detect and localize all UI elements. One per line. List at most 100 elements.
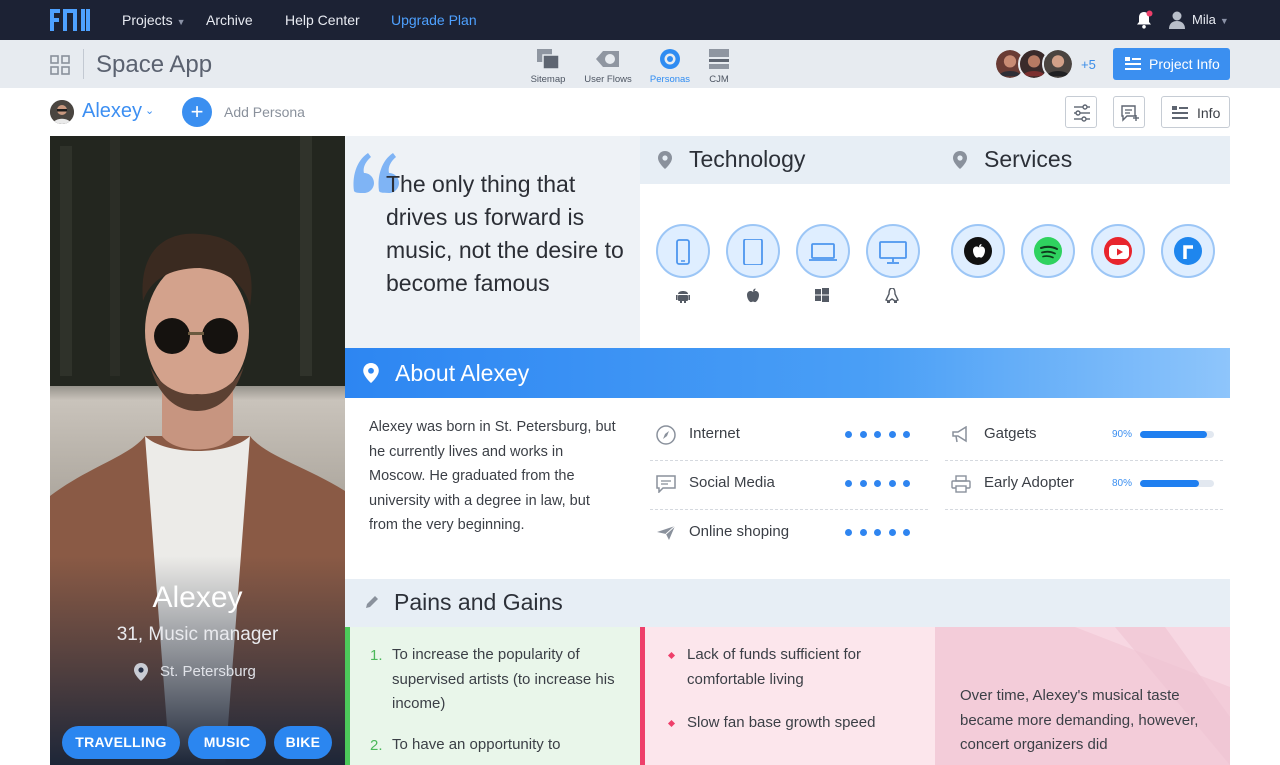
avatar[interactable] bbox=[1042, 48, 1074, 80]
rating-dot bbox=[888, 480, 896, 487]
metric-social-media-label: Social Media bbox=[689, 474, 775, 491]
gain-item: To increase the popularity of supervised… bbox=[392, 646, 615, 712]
apple-music-icon[interactable] bbox=[951, 224, 1005, 278]
early-adopter-progress bbox=[1140, 480, 1214, 487]
info-label: Info bbox=[1197, 105, 1221, 121]
services-header: Services bbox=[935, 136, 1230, 184]
printer-icon bbox=[951, 475, 971, 493]
tag-travelling[interactable]: TRAVELLING bbox=[62, 726, 180, 759]
more-members-count[interactable]: +5 bbox=[1081, 57, 1096, 72]
user-flows-icon bbox=[596, 51, 619, 67]
gain-number: 2. bbox=[370, 737, 383, 754]
persona-name: Alexey bbox=[152, 581, 243, 614]
compass-icon bbox=[656, 425, 676, 445]
rating-dot bbox=[888, 529, 896, 536]
megaphone-icon bbox=[952, 426, 967, 443]
personas-icon bbox=[660, 49, 680, 69]
user-menu[interactable]: Mila ▼ bbox=[1192, 12, 1229, 27]
project-info-label: Project Info bbox=[1149, 56, 1220, 72]
services-title: Services bbox=[984, 146, 1073, 172]
desktop-icon[interactable] bbox=[866, 224, 920, 278]
divider bbox=[83, 49, 84, 79]
android-icon bbox=[676, 291, 690, 303]
persona-selector[interactable]: Alexey bbox=[82, 100, 142, 123]
rating-dot bbox=[903, 480, 910, 487]
gadgets-label: Gatgets bbox=[984, 425, 1037, 442]
about-description: Alexey was born in St. Petersburg, but h… bbox=[369, 419, 616, 533]
nav-projects-label: Projects bbox=[122, 12, 173, 28]
spotify-icon[interactable] bbox=[1021, 224, 1075, 278]
tag-music[interactable]: MUSIC bbox=[188, 726, 266, 759]
list-icon bbox=[1172, 106, 1188, 119]
chat-icon bbox=[656, 475, 676, 493]
metric-social-media-rating bbox=[845, 480, 918, 487]
pain-item: Slow fan base growth speed bbox=[687, 714, 876, 731]
rating-dot bbox=[888, 431, 896, 438]
location-pin-icon bbox=[134, 663, 148, 681]
chevron-down-icon[interactable]: ⌄ bbox=[145, 104, 154, 117]
persona-role: 31, Music manager bbox=[116, 624, 279, 645]
pain-item: Lack of funds sufficient for comfortable… bbox=[687, 646, 861, 688]
project-title: Space App bbox=[96, 51, 213, 78]
tool-sitemap-label: Sitemap bbox=[530, 74, 566, 85]
metric-internet-label: Internet bbox=[689, 425, 740, 442]
metric-internet-rating bbox=[845, 431, 918, 438]
info-button[interactable]: Info bbox=[1161, 96, 1230, 128]
rdio-icon[interactable] bbox=[1161, 224, 1215, 278]
tool-user-flows[interactable]: User Flows bbox=[578, 48, 638, 85]
persona-location: St. Petersburg bbox=[160, 663, 256, 680]
add-persona-button[interactable]: + bbox=[182, 97, 212, 127]
divider bbox=[945, 460, 1223, 461]
chevron-down-icon: ▼ bbox=[176, 17, 186, 27]
divider bbox=[650, 509, 928, 510]
chevron-down-icon: ▼ bbox=[1219, 16, 1229, 26]
rating-dot bbox=[903, 431, 910, 438]
app-logo-icon[interactable] bbox=[50, 9, 90, 31]
pains-gains-header: Pains and Gains bbox=[345, 579, 1230, 627]
divider bbox=[945, 509, 1223, 510]
tag-bike[interactable]: BIKE bbox=[274, 726, 332, 759]
user-icon[interactable] bbox=[1168, 10, 1186, 30]
tool-cjm-label: CJM bbox=[709, 74, 729, 85]
location-pin-icon bbox=[658, 151, 672, 169]
nav-upgrade-plan[interactable]: Upgrade Plan bbox=[391, 12, 477, 28]
bell-icon[interactable] bbox=[1134, 10, 1154, 30]
gain-item: To have an opportunity to bbox=[392, 736, 561, 753]
nav-help-center[interactable]: Help Center bbox=[285, 12, 360, 28]
windows-icon bbox=[815, 288, 829, 302]
rating-dot bbox=[859, 480, 867, 487]
add-comment-button[interactable] bbox=[1113, 96, 1145, 128]
rating-dot bbox=[903, 529, 910, 536]
tool-sitemap[interactable]: Sitemap bbox=[518, 48, 578, 85]
sliders-icon bbox=[1074, 104, 1090, 122]
rating-dot bbox=[874, 480, 881, 487]
filters-button[interactable] bbox=[1065, 96, 1097, 128]
early-adopter-percent: 80% bbox=[1112, 478, 1133, 489]
technology-header: Technology bbox=[640, 136, 935, 184]
nav-archive[interactable]: Archive bbox=[206, 12, 253, 28]
gadgets-percent: 90% bbox=[1112, 429, 1133, 440]
plane-icon bbox=[657, 525, 676, 540]
persona-avatar[interactable] bbox=[50, 100, 74, 124]
persona-quote: The only thing that drives us forward is… bbox=[386, 171, 624, 296]
gadgets-progress bbox=[1140, 431, 1214, 438]
nav-projects[interactable]: Projects ▼ bbox=[122, 12, 186, 28]
rating-dot bbox=[845, 480, 852, 487]
project-info-button[interactable]: Project Info bbox=[1113, 48, 1230, 80]
smartphone-icon[interactable] bbox=[656, 224, 710, 278]
sitemap-icon bbox=[537, 49, 560, 70]
divider bbox=[650, 460, 928, 461]
location-pin-icon bbox=[363, 363, 379, 383]
comment-add-icon bbox=[1121, 105, 1139, 122]
youtube-icon[interactable] bbox=[1091, 224, 1145, 278]
add-persona-label[interactable]: Add Persona bbox=[224, 104, 305, 120]
laptop-icon[interactable] bbox=[796, 224, 850, 278]
early-adopter-label: Early Adopter bbox=[984, 474, 1075, 491]
tablet-icon[interactable] bbox=[726, 224, 780, 278]
rating-dot bbox=[874, 529, 881, 536]
early-adopter-progress-fill bbox=[1140, 480, 1200, 487]
about-header: About Alexey bbox=[345, 348, 1230, 398]
apps-grid-icon[interactable] bbox=[50, 55, 70, 75]
technology-title: Technology bbox=[689, 146, 806, 172]
tool-cjm[interactable]: CJM bbox=[689, 48, 749, 85]
